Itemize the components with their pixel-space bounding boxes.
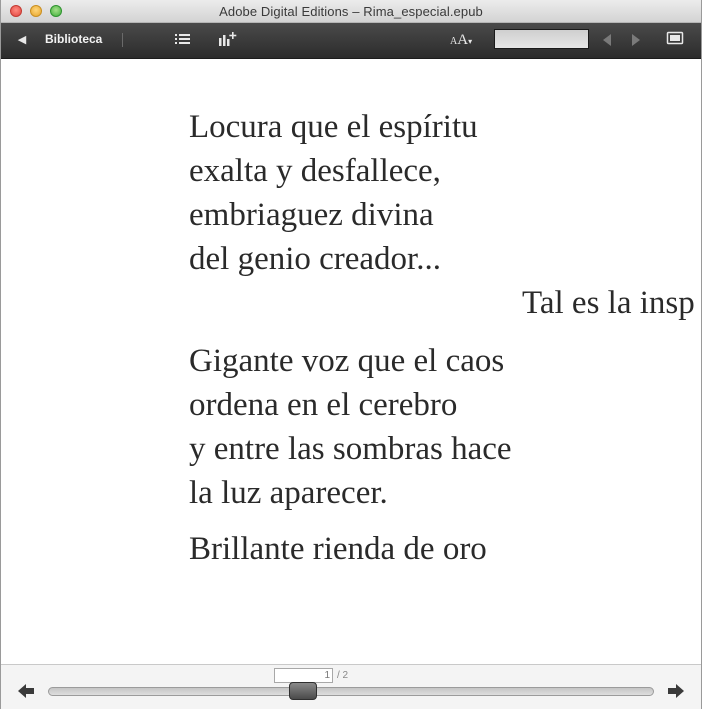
verse-line: embriaguez divina (189, 197, 434, 233)
fullscreen-icon[interactable] (665, 30, 685, 46)
verse-line: la luz aparecer. (189, 475, 388, 511)
verse-line: Locura que el espíritu (189, 109, 478, 145)
verse-line: Gigante voz que el caos (189, 343, 505, 379)
verse-line: ordena en el cerebro (189, 387, 458, 423)
next-page-icon[interactable] (667, 683, 685, 699)
add-bookmark-icon[interactable] (216, 30, 238, 50)
page-number-input[interactable] (274, 668, 333, 683)
chevron-down-icon: ▾ (468, 37, 473, 46)
toolbar-divider (122, 33, 123, 47)
window-title: Adobe Digital Editions – Rima_especial.e… (219, 4, 483, 19)
next-result-icon[interactable] (629, 32, 643, 48)
page-progress-slider[interactable] (48, 687, 654, 696)
verse-line: Brillante rienda de oro (189, 531, 487, 567)
title-bar: Adobe Digital Editions – Rima_especial.e… (1, 0, 701, 23)
book-page: Locura que el espíritu exalta y desfalle… (1, 59, 701, 664)
verse-refrain: Tal es la insp (522, 285, 695, 321)
search-input[interactable] (494, 29, 589, 49)
page-total: / 2 (337, 670, 349, 681)
verse-line: exalta y desfallece, (189, 153, 441, 189)
library-button[interactable]: Biblioteca (45, 32, 102, 46)
verse-line: y entre las sombras hace (189, 431, 512, 467)
previous-page-icon[interactable] (17, 683, 35, 699)
reader-toolbar: ◀ Biblioteca AA▾ (1, 23, 701, 59)
toc-list-icon[interactable] (172, 30, 194, 50)
verse-line: del genio creador... (189, 241, 441, 277)
page-slider-thumb[interactable] (289, 682, 317, 700)
font-big-glyph: A (457, 32, 469, 48)
page-navigation-bar: / 2 (1, 664, 701, 709)
back-arrow-icon[interactable]: ◀ (15, 33, 29, 47)
stanza-3: Brillante rienda de oro (189, 527, 487, 571)
stanza-1: Locura que el espíritu exalta y desfalle… (189, 105, 478, 281)
app-window: Adobe Digital Editions – Rima_especial.e… (0, 0, 702, 709)
prev-result-icon[interactable] (600, 32, 614, 48)
font-size-icon[interactable]: AA▾ (450, 31, 472, 49)
stanza-2: Gigante voz que el caos ordena en el cer… (189, 339, 512, 515)
